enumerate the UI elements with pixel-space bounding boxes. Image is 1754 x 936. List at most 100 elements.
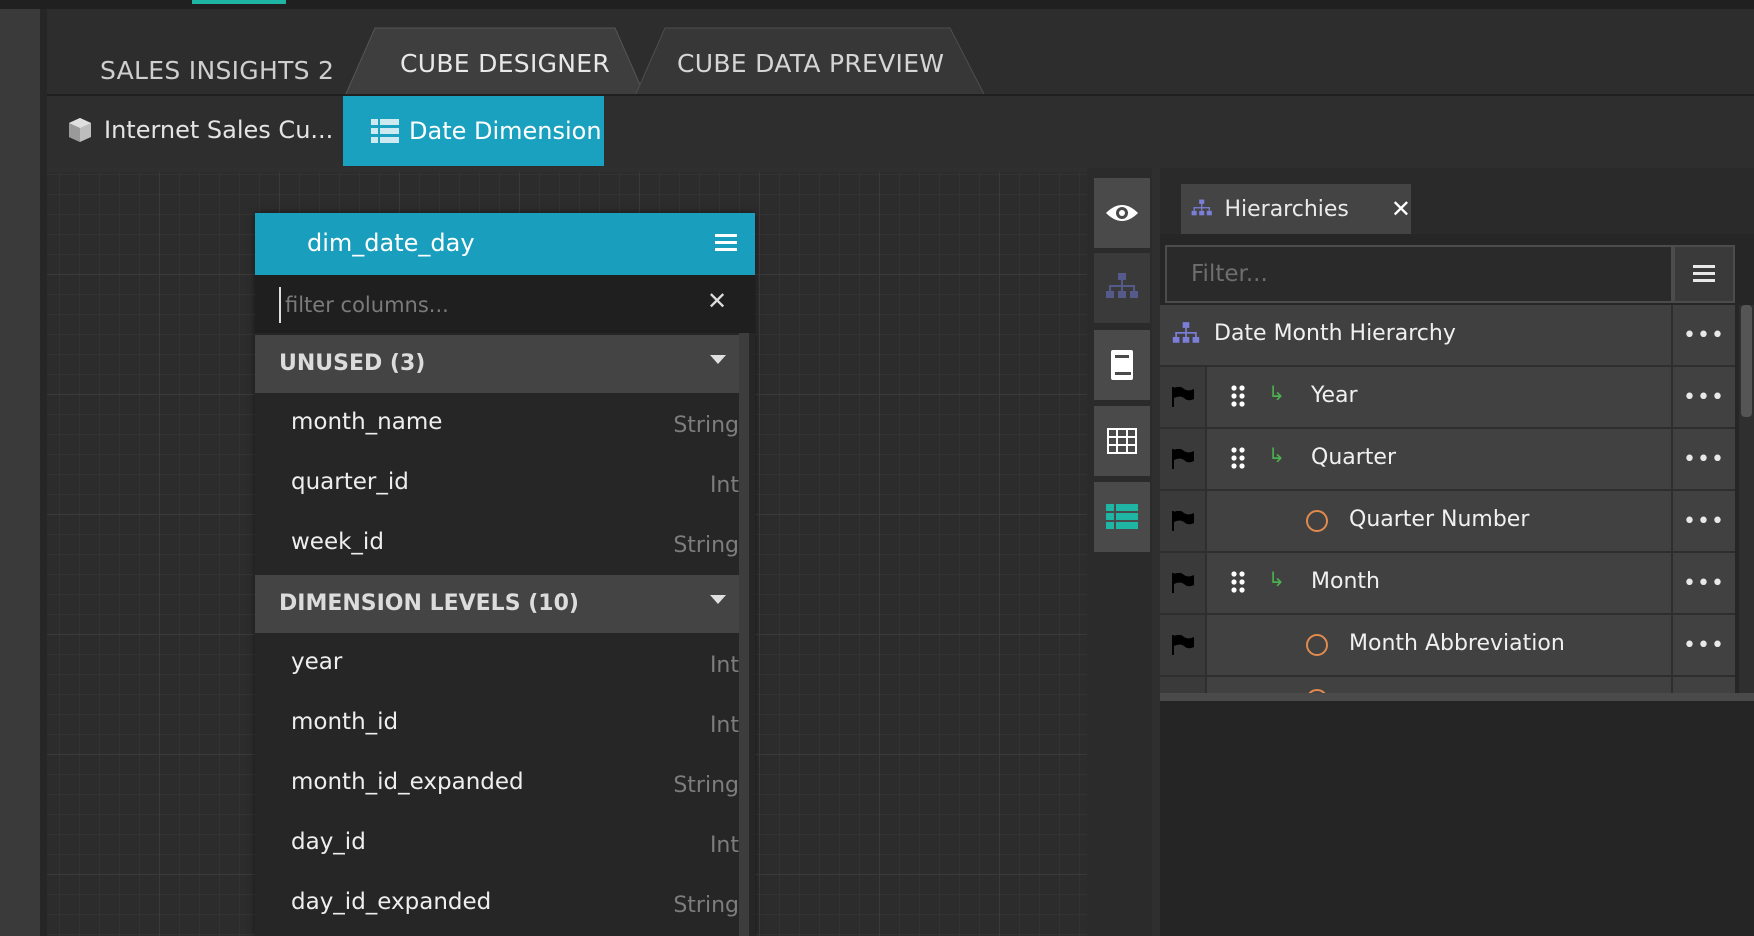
column-row[interactable]: month_id_expanded String [255, 755, 739, 815]
drag-handle-icon[interactable] [1230, 447, 1246, 473]
close-icon[interactable]: ✕ [1391, 195, 1411, 223]
book-icon [1111, 350, 1133, 380]
hierarchy-attribute-row[interactable]: Quarter Number ••• [1160, 491, 1735, 553]
column-type: String [673, 893, 739, 918]
panel-menu-button[interactable] [1673, 245, 1735, 303]
hierarchy-attribute-row[interactable] [1160, 677, 1735, 693]
preview-button[interactable] [1094, 178, 1150, 248]
card-menu-icon[interactable] [715, 233, 737, 253]
card-scrollbar[interactable] [739, 333, 749, 936]
level-label: Month [1311, 569, 1380, 594]
table-list-icon [1106, 504, 1138, 529]
level-label: Year [1311, 383, 1358, 408]
panel-lower-area [1160, 701, 1754, 936]
column-row[interactable]: month_id Int [255, 695, 739, 755]
menu-icon [1693, 265, 1715, 282]
column-name: month_name [291, 409, 443, 435]
attribute-circle-icon [1306, 510, 1328, 532]
column-name: day_id_expanded [291, 889, 492, 915]
grid-icon [1107, 428, 1137, 454]
section-unused[interactable]: UNUSED (3) [255, 335, 739, 393]
hierarchy-row[interactable]: Date Month Hierarchy ••• [1160, 305, 1735, 367]
cube-icon [69, 118, 91, 142]
table-card[interactable]: dim_date_day ✕ UNUSED (3) month_name Str… [255, 213, 755, 936]
column-row[interactable]: year Int [255, 635, 739, 695]
table-list-icon [371, 119, 399, 143]
hierarchies-tab[interactable]: Hierarchies ✕ [1181, 184, 1411, 234]
more-options-icon[interactable]: ••• [1671, 429, 1735, 489]
more-options-icon[interactable]: ••• [1671, 491, 1735, 551]
column-row[interactable]: quarter_id Int [255, 455, 739, 515]
hierarchy-icon [1106, 273, 1138, 298]
flag-icon[interactable] [1160, 367, 1207, 427]
hierarchy-level-row[interactable]: ↳ Quarter ••• [1160, 429, 1735, 491]
flag-icon[interactable] [1160, 615, 1207, 675]
column-row[interactable]: day_id Int [255, 815, 739, 875]
subtab-date-dimension[interactable]: Date Dimension [343, 96, 604, 166]
hierarchy-list: Date Month Hierarchy ••• ↳ Year ••• ↳ Qu… [1160, 305, 1735, 693]
section-unused-label: UNUSED (3) [279, 351, 426, 376]
column-name: year [291, 649, 343, 675]
clear-filter-icon[interactable]: ✕ [707, 287, 727, 315]
column-row[interactable]: day_id_expanded String [255, 875, 739, 935]
hierarchy-name: Date Month Hierarchy [1214, 321, 1456, 346]
panel-resize-bar[interactable] [1160, 693, 1754, 701]
table-card-title: dim_date_day [307, 229, 475, 257]
hierarchy-icon [1172, 322, 1200, 343]
tab-cube-data-preview[interactable]: CUBE DATA PREVIEW [677, 49, 944, 78]
section-dimension-levels[interactable]: DIMENSION LEVELS (10) [255, 575, 739, 633]
collapse-caret-icon[interactable] [710, 595, 726, 604]
attribute-label: Month Abbreviation [1349, 631, 1565, 656]
panel-scrollbar-thumb[interactable] [1741, 305, 1752, 417]
more-options-icon[interactable]: ••• [1671, 367, 1735, 427]
collapse-caret-icon[interactable] [710, 355, 726, 364]
hierarchy-icon [1191, 199, 1212, 216]
hierarchy-level-row[interactable]: ↳ Month ••• [1160, 553, 1735, 615]
flag-icon[interactable] [1160, 491, 1207, 551]
drag-handle-icon[interactable] [1230, 385, 1246, 411]
column-type: Int [709, 653, 739, 678]
level-arrow-icon: ↳ [1268, 381, 1285, 405]
drag-handle-icon[interactable] [1230, 571, 1246, 597]
level-arrow-icon: ↳ [1268, 443, 1285, 467]
hierarchy-button[interactable] [1094, 253, 1150, 323]
column-row[interactable]: month_name String [255, 395, 739, 455]
list-view-button[interactable] [1094, 482, 1150, 552]
column-name: month_id_expanded [291, 769, 524, 795]
left-gutter [0, 9, 40, 936]
book-button[interactable] [1094, 330, 1150, 400]
tab-cube-designer[interactable]: CUBE DESIGNER [400, 49, 610, 78]
filter-columns-input[interactable] [279, 287, 687, 323]
more-options-icon[interactable]: ••• [1671, 305, 1735, 365]
more-options-cell[interactable] [1671, 677, 1735, 693]
column-type: String [673, 773, 739, 798]
left-gutter-divider [40, 9, 47, 936]
attribute-label: Quarter Number [1349, 507, 1530, 532]
tab-sales-insights[interactable]: SALES INSIGHTS 2 [100, 56, 334, 85]
flag-cell[interactable] [1160, 677, 1207, 693]
table-grid-button[interactable] [1094, 406, 1150, 476]
hierarchy-level-row[interactable]: ↳ Year ••• [1160, 367, 1735, 429]
hierarchy-attribute-row[interactable]: Month Abbreviation ••• [1160, 615, 1735, 677]
more-options-icon[interactable]: ••• [1671, 615, 1735, 675]
column-name: day_id [291, 829, 366, 855]
subtab-cube-label: Internet Sales Cu... [104, 116, 334, 144]
section-dimension-levels-label: DIMENSION LEVELS (10) [279, 591, 579, 616]
level-label: Quarter [1311, 445, 1396, 470]
flag-icon[interactable] [1160, 553, 1207, 613]
column-type: Int [709, 713, 739, 738]
flag-icon[interactable] [1160, 429, 1207, 489]
level-arrow-icon: ↳ [1268, 567, 1285, 591]
subtab-internet-sales-cube[interactable]: Internet Sales Cu... [66, 108, 333, 152]
column-name: week_id [291, 529, 384, 555]
column-type: String [673, 533, 739, 558]
column-type: Int [709, 473, 739, 498]
column-name: month_id [291, 709, 399, 735]
hierarchies-tab-label: Hierarchies [1224, 196, 1349, 222]
eye-icon [1106, 205, 1138, 221]
more-options-icon[interactable]: ••• [1671, 553, 1735, 613]
column-row[interactable]: week_id String [255, 515, 739, 575]
hierarchy-filter-input[interactable] [1165, 245, 1673, 303]
attribute-circle-icon [1306, 634, 1328, 656]
column-type: String [673, 413, 739, 438]
